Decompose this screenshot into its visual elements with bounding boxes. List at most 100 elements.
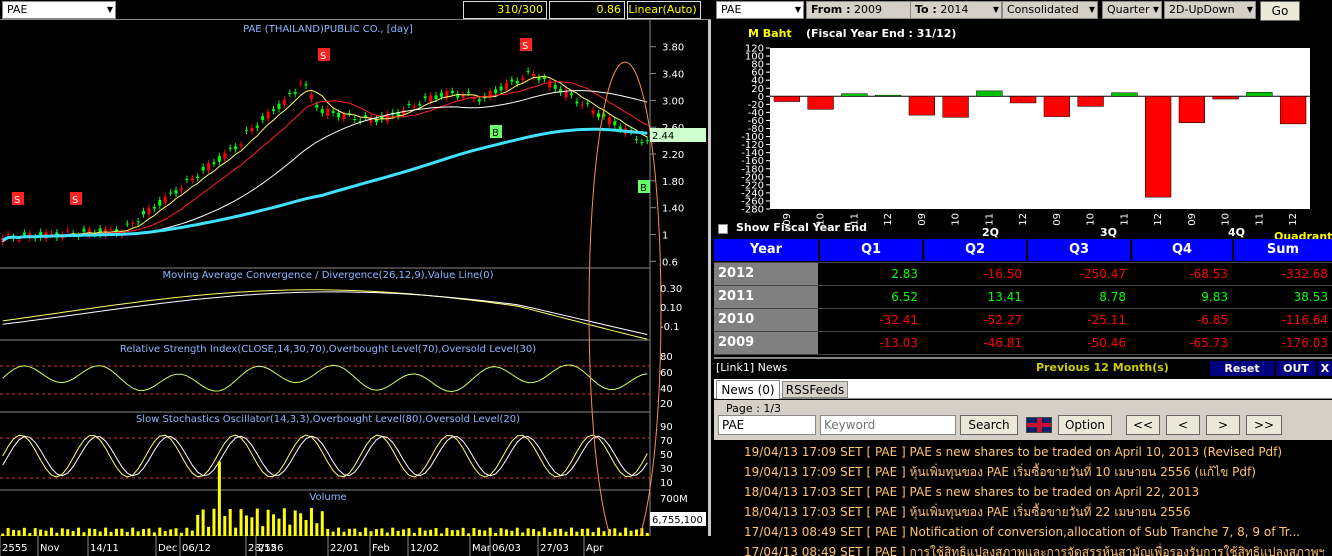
candle xyxy=(634,139,638,141)
table-cell: -65.73 xyxy=(1132,332,1232,354)
period-value: Quarter xyxy=(1107,3,1150,16)
volume-bar xyxy=(114,528,118,536)
show-fiscal-year-checkbox[interactable] xyxy=(718,224,728,234)
chart-toolbar: PAE ▼ 310/300 0.86 Linear(Auto) xyxy=(0,0,711,20)
candle xyxy=(526,70,530,72)
scale-mode-button[interactable]: Linear(Auto) xyxy=(627,1,701,19)
q4-label: 4Q xyxy=(1228,226,1245,239)
indicator-tick-label: 90 xyxy=(660,422,673,433)
table-year-cell: 2010 xyxy=(714,309,818,331)
table-header[interactable]: Q2 xyxy=(924,239,1026,261)
last-page-button[interactable]: >> xyxy=(1246,415,1282,435)
candle xyxy=(472,97,476,100)
volume-bar xyxy=(494,532,498,536)
volume-bar xyxy=(597,527,601,536)
bar xyxy=(841,93,868,97)
candle xyxy=(17,239,21,241)
x-tick-label: 11 xyxy=(984,213,995,226)
price-tick-label: 3.80 xyxy=(662,43,684,54)
prev-page-button[interactable]: < xyxy=(1166,415,1200,435)
news-item[interactable]: 19/04/13 17:09 SET [ PAE ] หุ้นเพิ่มทุนข… xyxy=(744,462,1324,482)
reset-button[interactable]: Reset xyxy=(1210,361,1274,376)
date-label: Mar xyxy=(472,543,492,554)
candle xyxy=(152,206,156,209)
bar xyxy=(1010,96,1037,104)
news-item[interactable]: 18/04/13 17:03 SET [ PAE ] PAE s new sha… xyxy=(744,482,1324,502)
table-header[interactable]: Q1 xyxy=(820,239,922,261)
candle xyxy=(434,95,438,100)
table-cell: 9.83 xyxy=(1132,286,1232,308)
date-label: 2556 xyxy=(258,543,283,554)
table-cell: 38.53 xyxy=(1234,286,1332,308)
price-chart[interactable]: PAE (THAILAND)PUBLIC CO., [day] Moving A… xyxy=(0,20,711,556)
last-price-readout: 0.86 xyxy=(549,1,625,19)
chevron-down-icon: ▼ xyxy=(106,5,113,14)
date-label: Dec xyxy=(158,543,177,554)
candle xyxy=(504,82,508,90)
candle xyxy=(142,211,146,215)
volume-bar xyxy=(526,528,530,536)
table-header[interactable]: Q3 xyxy=(1028,239,1130,261)
fund-symbol-select[interactable]: PAE ▼ xyxy=(716,1,804,19)
table-header[interactable]: Sum xyxy=(1234,239,1332,261)
volume-bar xyxy=(120,528,124,536)
to-year-select[interactable]: To : 2014 ▼ xyxy=(910,1,1002,19)
search-button[interactable]: Search xyxy=(960,415,1018,435)
next-page-button[interactable]: > xyxy=(1206,415,1240,435)
stochastic-d-line xyxy=(2,435,648,477)
tab-rssfeeds[interactable]: RSSFeeds xyxy=(782,381,848,398)
news-item[interactable]: 17/04/13 08:49 SET [ PAE ] การใช้สิทธิแป… xyxy=(744,542,1324,556)
volume-bar xyxy=(196,514,200,536)
bar xyxy=(773,96,800,102)
rsi-line xyxy=(2,364,648,393)
tab-news[interactable]: News (0) xyxy=(716,380,780,399)
candle xyxy=(158,199,162,206)
x-tick-label: 09 xyxy=(1187,213,1198,226)
candle xyxy=(277,103,281,109)
statement-type-select[interactable]: Consolidated ▼ xyxy=(1002,1,1098,19)
price-tick-label: 1.80 xyxy=(662,177,684,188)
view-select[interactable]: 2D-UpDown ▼ xyxy=(1164,1,1256,19)
volume-bar xyxy=(223,516,227,536)
keyword-input[interactable] xyxy=(820,415,956,435)
stochastic-title: Slow Stochastics Oscillator(14,3,3),Over… xyxy=(136,414,520,425)
first-page-button[interactable]: << xyxy=(1126,415,1160,435)
volume-bar xyxy=(586,528,590,536)
news-item[interactable]: 17/04/13 08:49 SET [ PAE ] Notification … xyxy=(744,522,1324,542)
out-button[interactable]: OUT xyxy=(1276,361,1316,376)
symbol-value: PAE xyxy=(7,3,28,16)
volume-bar xyxy=(60,528,64,536)
uk-flag-icon[interactable] xyxy=(1026,417,1052,433)
to-value: 2014 xyxy=(940,3,969,16)
table-header[interactable]: Q4 xyxy=(1132,239,1232,261)
volume-bar xyxy=(239,509,243,536)
volume-bar xyxy=(477,529,481,536)
period-select[interactable]: Quarter ▼ xyxy=(1102,1,1162,19)
symbol-select[interactable]: PAE ▼ xyxy=(2,1,116,19)
indicator-tick-label: 70 xyxy=(660,436,673,447)
news-tab-strip: News (0) RSSFeeds xyxy=(714,379,1332,399)
candle xyxy=(244,129,248,131)
volume-bar xyxy=(152,532,156,536)
candle xyxy=(261,116,265,121)
close-icon[interactable]: X xyxy=(1318,361,1332,376)
volume-bar xyxy=(320,511,324,536)
news-item[interactable]: 18/04/13 17:03 SET [ PAE ] หุ้นเพิ่มทุนข… xyxy=(744,502,1324,522)
volume-bar xyxy=(423,530,427,536)
table-header[interactable]: Year xyxy=(714,239,818,261)
volume-bar xyxy=(488,527,492,536)
go-button[interactable]: Go xyxy=(1260,1,1300,21)
candle xyxy=(342,114,346,120)
volume-bar xyxy=(228,508,232,536)
volume-bar xyxy=(49,527,53,536)
date-label: Apr xyxy=(586,543,604,554)
fundamental-toolbar: PAE ▼ From : 2009 ▼ To : 2014 ▼ Consolidate… xyxy=(714,0,1332,22)
x-tick-label: 10 xyxy=(1086,213,1097,226)
candle xyxy=(515,80,519,84)
news-item[interactable]: 19/04/13 17:09 SET [ PAE ] PAE s new sha… xyxy=(744,442,1324,462)
indicator-tick-label: 700M xyxy=(660,494,688,505)
news-symbol-input[interactable]: PAE xyxy=(718,415,816,435)
volume-bar xyxy=(624,527,628,536)
ratio-readout: 310/300 xyxy=(463,1,547,19)
option-button[interactable]: Option xyxy=(1058,415,1112,435)
